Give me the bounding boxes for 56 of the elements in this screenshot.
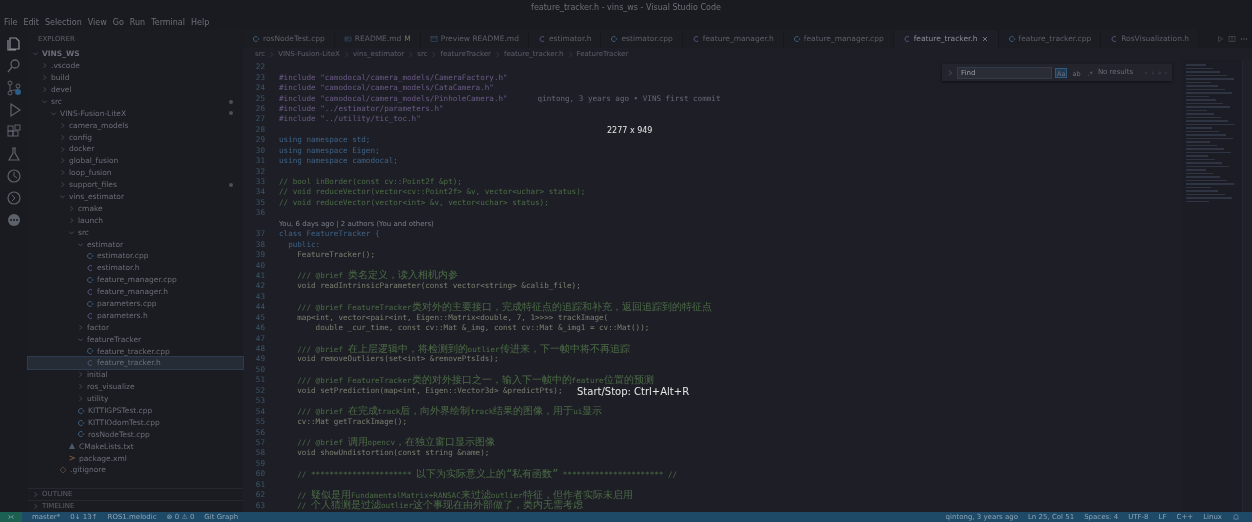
cpp-file-icon [77,418,85,427]
chevron-right-icon [77,323,84,331]
header-file-icon [86,311,94,320]
remote-icon[interactable] [6,190,22,206]
chevron-down-icon [77,335,84,343]
cpp-file-icon [77,406,85,415]
cpp-file-icon [610,35,619,43]
search-icon[interactable] [6,58,22,74]
remote-indicator[interactable] [0,512,22,522]
source-control-icon[interactable] [6,80,22,96]
flask-icon[interactable] [6,146,22,162]
cpp-file-icon [77,430,85,439]
menu-item[interactable]: Selection [44,17,82,29]
header-file-icon [86,287,94,296]
cpp-file-icon [86,299,94,308]
menu-item[interactable]: Edit [23,17,39,29]
header-file-icon [691,35,700,43]
overlay-text: Start/Stop: Ctrl+Alt+R [577,385,690,399]
overlay-text: 2277 x 949 [607,125,653,137]
header-file-icon [902,35,911,43]
chevron-down-icon [32,50,39,58]
header-file-icon [537,35,546,43]
cpp-file-icon [86,347,94,356]
menu-item[interactable]: Terminal [151,17,185,29]
menu-item[interactable]: Run [129,17,146,29]
cpp-file-icon [252,35,260,43]
more-icon [1240,35,1248,43]
markdown-file-icon [343,35,352,43]
cmake-file-icon [68,442,76,451]
window-title: feature_tracker.h - vins_ws - Visual Studio Code [531,2,721,14]
header-file-icon [1110,35,1119,43]
run-icon [1216,35,1224,43]
modified-dot-icon [229,111,233,116]
header-file-icon [86,359,94,368]
close-icon [980,35,989,43]
menu-item[interactable]: View [87,17,107,29]
files-icon[interactable] [6,36,22,52]
cpp-file-icon [792,35,801,43]
preview-file-icon [429,35,438,43]
bell-icon [1232,513,1240,521]
modified-dot-icon [229,182,233,187]
cpp-file-icon [86,252,94,261]
menu-item[interactable]: File [4,17,18,29]
menu-item[interactable]: Help [191,17,210,29]
cpp-file-icon [1007,35,1016,43]
chevron-down-icon [59,193,66,201]
xml-file-icon [68,454,76,463]
extensions-icon[interactable] [6,124,22,140]
git-file-icon [59,466,67,475]
menu-item[interactable]: Go [112,17,124,29]
cpp-file-icon [86,275,94,284]
clock-icon[interactable] [6,168,22,184]
header-file-icon [86,263,94,272]
remote-icon [7,513,15,521]
modified-dot-icon [229,99,233,104]
split-editor-icon [1228,35,1236,43]
